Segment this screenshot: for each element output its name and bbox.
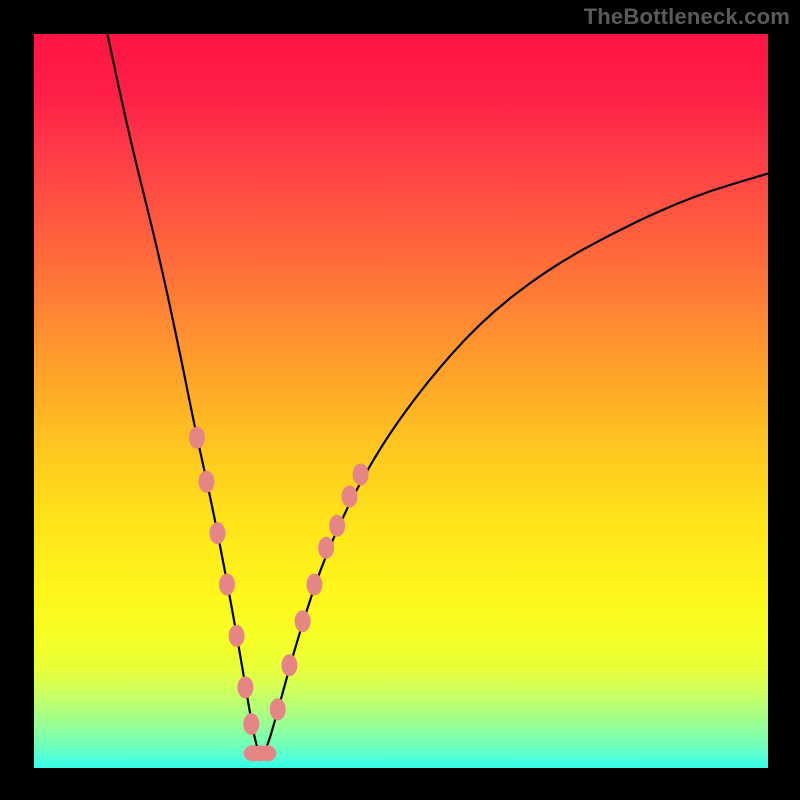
highlight-dot [306, 574, 322, 596]
highlight-dot [353, 463, 369, 485]
highlight-dot [229, 625, 245, 647]
highlight-dot [258, 745, 276, 761]
highlight-dot [318, 537, 334, 559]
chart-frame: TheBottleneck.com [0, 0, 800, 800]
highlight-dot [270, 698, 286, 720]
highlight-dot [295, 610, 311, 632]
watermark-text: TheBottleneck.com [584, 4, 790, 30]
highlight-dot [243, 713, 259, 735]
highlight-dot [210, 522, 226, 544]
highlight-dot [329, 515, 345, 537]
bottleneck-curve-svg [34, 34, 768, 768]
highlight-dot [189, 427, 205, 449]
curve-path [107, 34, 768, 753]
plot-area [34, 34, 768, 768]
highlight-dot [342, 485, 358, 507]
highlight-dot [281, 654, 297, 676]
highlight-dot [199, 471, 215, 493]
highlight-dots [189, 427, 369, 762]
highlight-dot [237, 676, 253, 698]
highlight-dot [219, 574, 235, 596]
